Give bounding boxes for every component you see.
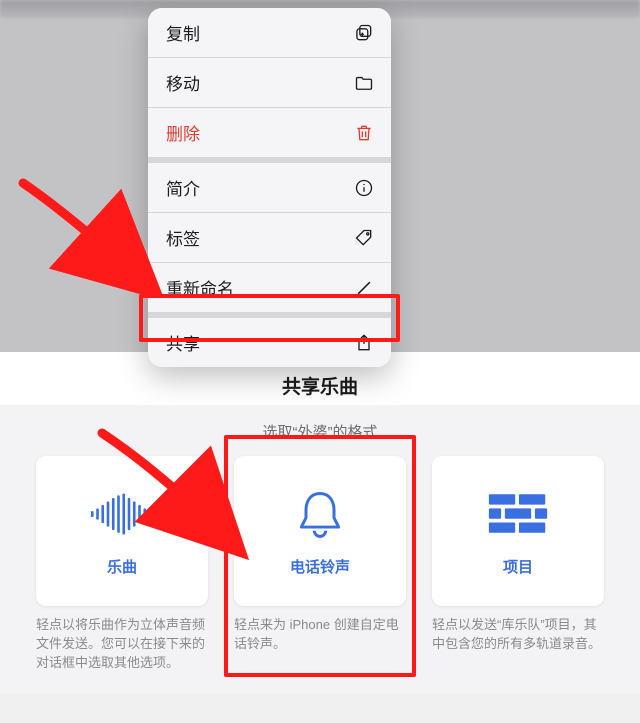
- card-label: 电话铃声: [290, 556, 350, 577]
- card-label: 项目: [503, 556, 533, 577]
- format-cards-row: 乐曲 轻点以将乐曲作为立体声音频文件发送。您可以在接下来的对话框中选取其他选项。…: [0, 456, 640, 673]
- bricks-icon: [483, 486, 553, 542]
- annotation-arrow-top: [15, 175, 170, 295]
- top-blurred-background: 复制 移动 删除: [0, 0, 640, 352]
- waveform-icon: [87, 486, 157, 542]
- pencil-icon: [353, 277, 375, 299]
- context-menu: 复制 移动 删除: [148, 8, 391, 367]
- menu-item-delete[interactable]: 删除: [148, 108, 391, 157]
- card-description: 轻点以将乐曲作为立体声音频文件发送。您可以在接下来的对话框中选取其他选项。: [36, 616, 208, 673]
- trash-icon: [353, 122, 375, 144]
- menu-item-rename[interactable]: 重新命名: [148, 263, 391, 312]
- share-icon: [353, 332, 375, 354]
- menu-label: 标签: [166, 225, 200, 250]
- card-project: 项目 轻点以发送“库乐队”项目，其中包含您的所有多轨道录音。: [432, 456, 604, 673]
- menu-item-share[interactable]: 共享: [148, 318, 391, 367]
- card-label: 乐曲: [107, 556, 137, 577]
- menu-label: 删除: [166, 120, 200, 145]
- menu-item-info[interactable]: 简介: [148, 163, 391, 213]
- copy-plus-icon: [353, 22, 375, 44]
- card-description: 轻点以发送“库乐队”项目，其中包含您的所有多轨道录音。: [432, 616, 604, 654]
- info-icon: [353, 177, 375, 199]
- menu-label: 共享: [166, 330, 200, 355]
- card-ringtone: 电话铃声 轻点来为 iPhone 创建自定电话铃声。: [234, 456, 406, 673]
- menu-item-tags[interactable]: 标签: [148, 213, 391, 263]
- card-description: 轻点来为 iPhone 创建自定电话铃声。: [234, 616, 406, 654]
- menu-label: 重新命名: [166, 275, 234, 300]
- menu-label: 移动: [166, 70, 200, 95]
- menu-item-move[interactable]: 移动: [148, 58, 391, 108]
- share-sheet: 共享乐曲 选取“外婆”的格式: [0, 352, 640, 693]
- menu-label: 复制: [166, 20, 200, 45]
- tag-icon: [353, 227, 375, 249]
- card-song-tile[interactable]: 乐曲: [36, 456, 208, 606]
- card-project-tile[interactable]: 项目: [432, 456, 604, 606]
- menu-label: 简介: [166, 175, 200, 200]
- bell-icon: [285, 486, 355, 542]
- sheet-body: 选取“外婆”的格式: [0, 405, 640, 693]
- card-ringtone-tile[interactable]: 电话铃声: [234, 456, 406, 606]
- sheet-subtitle: 选取“外婆”的格式: [0, 421, 640, 442]
- card-song: 乐曲 轻点以将乐曲作为立体声音频文件发送。您可以在接下来的对话框中选取其他选项。: [36, 456, 208, 673]
- menu-item-copy[interactable]: 复制: [148, 8, 391, 58]
- folder-icon: [353, 72, 375, 94]
